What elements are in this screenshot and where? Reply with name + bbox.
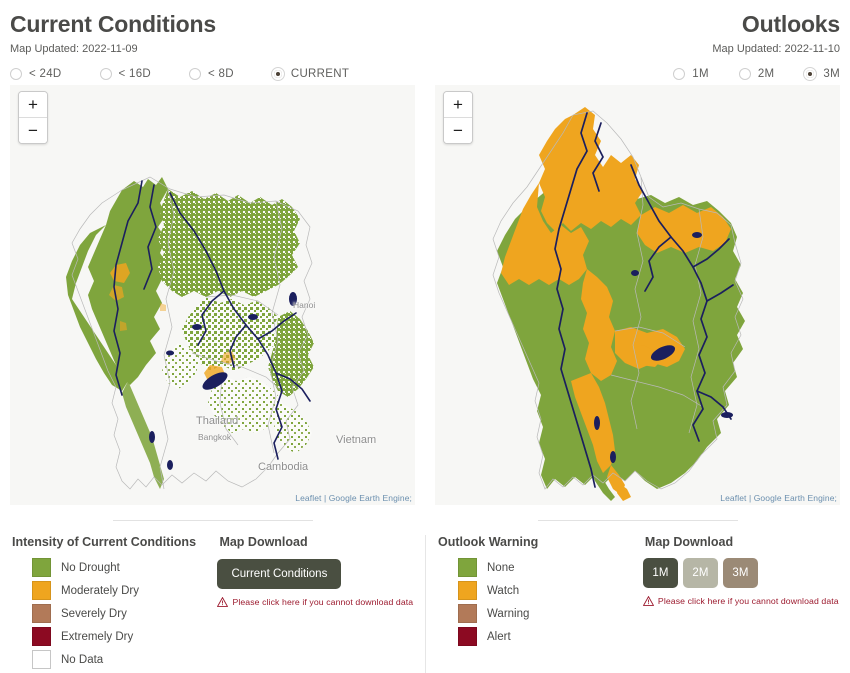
radio-option-1m[interactable]: 1M	[673, 68, 709, 80]
legend-item-none: None	[458, 558, 643, 577]
radio-dot-24d[interactable]	[10, 68, 22, 80]
drought-monitor-app: Current Conditions Map Updated: 2022-11-…	[0, 0, 850, 673]
warning-triangle-icon	[642, 596, 654, 606]
legend-label-moderately-dry: Moderately Dry	[61, 584, 139, 597]
legend-swatch-none	[458, 558, 477, 577]
zoom-out-icon[interactable]: −	[444, 118, 472, 143]
radio-option-current[interactable]: CURRENT	[270, 67, 350, 81]
radio-option-8d[interactable]: < 8D	[189, 68, 234, 80]
zoom-in-icon[interactable]: +	[19, 92, 47, 118]
legend-swatch-extremely-dry	[32, 627, 51, 646]
legend-swatch-alert	[458, 627, 477, 646]
outlook-warning-legend: Outlook Warning None Watch Warning Alert	[436, 535, 643, 673]
zoom-out-icon[interactable]: −	[19, 118, 47, 143]
legend-swatch-no-drought	[32, 558, 51, 577]
right-panel-header: Outlooks Map Updated: 2022-11-10 1M 2M 3…	[435, 0, 840, 85]
legend-swatch-watch	[458, 581, 477, 600]
radio-label-2m: 2M	[757, 68, 775, 80]
map-zoom-control-left[interactable]: + −	[18, 91, 48, 144]
right-section-divider	[537, 519, 738, 521]
radio-label-1m: 1M	[692, 68, 709, 80]
radio-option-24d[interactable]: < 24D	[10, 68, 62, 80]
legend-label-severely-dry: Severely Dry	[61, 607, 127, 620]
left-timeframe-radio-group: < 24D < 16D < 8D CURRENT	[10, 67, 415, 81]
left-page-title: Current Conditions	[10, 11, 216, 37]
legend-swatch-warning	[458, 604, 477, 623]
radio-dot-3m[interactable]	[803, 67, 818, 81]
warning-triangle-icon	[217, 597, 229, 607]
legend-item-alert: Alert	[458, 627, 643, 646]
intensity-legend-title: Intensity of Current Conditions	[12, 535, 197, 549]
intensity-legend: Intensity of Current Conditions No Droug…	[10, 535, 217, 673]
outlooks-map[interactable]: + − Leaflet | Google Earth Engine;	[435, 85, 840, 505]
left-download-warning[interactable]: Please click here if you cannot download…	[217, 597, 415, 607]
legend-item-no-drought: No Drought	[32, 558, 217, 577]
radio-label-3m: 3M	[823, 68, 840, 80]
outlook-download-button-group: 1M 2M 3M	[642, 558, 840, 588]
right-download-section: Map Download 1M 2M 3M Please click here …	[642, 535, 840, 673]
left-legend-panel: Intensity of Current Conditions No Droug…	[0, 535, 425, 673]
legends-row: Intensity of Current Conditions No Droug…	[0, 535, 850, 673]
right-panel: Outlooks Map Updated: 2022-11-10 1M 2M 3…	[425, 0, 850, 505]
left-divider-wrap	[0, 505, 425, 535]
download-3m-button[interactable]: 3M	[722, 558, 758, 588]
radio-option-2m[interactable]: 2M	[738, 68, 775, 80]
radio-label-current: CURRENT	[290, 68, 350, 80]
left-download-title: Map Download	[219, 535, 308, 549]
legend-swatch-no-data	[32, 650, 51, 669]
radio-dot-2m[interactable]	[738, 68, 751, 80]
radio-label-8d: < 8D	[208, 68, 234, 80]
radio-label-16d: < 16D	[118, 68, 152, 80]
legend-label-none: None	[487, 561, 515, 574]
legend-item-moderately-dry: Moderately Dry	[32, 581, 217, 600]
legend-item-severely-dry: Severely Dry	[32, 604, 217, 623]
outlooks-map-canvas	[435, 85, 840, 505]
divider-row	[0, 505, 850, 535]
download-current-conditions-button[interactable]: Current Conditions	[217, 559, 342, 589]
radio-option-16d[interactable]: < 16D	[99, 68, 152, 80]
map-attribution-right[interactable]: Leaflet | Google Earth Engine;	[720, 493, 837, 503]
left-download-warning-text: Please click here if you cannot download…	[232, 597, 414, 607]
legend-label-alert: Alert	[487, 630, 511, 643]
legend-label-extremely-dry: Extremely Dry	[61, 630, 134, 643]
radio-dot-16d[interactable]	[99, 68, 112, 80]
zoom-in-icon[interactable]: +	[444, 92, 472, 118]
outlook-legend-title: Outlook Warning	[438, 535, 539, 549]
right-download-warning-text: Please click here if you cannot download…	[657, 596, 839, 606]
radio-dot-1m[interactable]	[673, 68, 686, 80]
radio-dot-current[interactable]	[270, 67, 285, 81]
map-attribution-left[interactable]: Leaflet | Google Earth Engine;	[295, 493, 412, 503]
legend-label-no-data: No Data	[61, 653, 104, 666]
left-download-section: Map Download Current Conditions Please c…	[217, 535, 415, 673]
right-outlook-radio-group: 1M 2M 3M	[435, 67, 840, 81]
legend-item-warning: Warning	[458, 604, 643, 623]
left-panel-header: Current Conditions Map Updated: 2022-11-…	[10, 0, 415, 85]
legend-label-watch: Watch	[487, 584, 520, 597]
legend-label-no-drought: No Drought	[61, 561, 120, 574]
radio-label-24d: < 24D	[29, 68, 62, 80]
right-legend-panel: Outlook Warning None Watch Warning Alert	[425, 535, 850, 673]
right-download-title: Map Download	[644, 535, 734, 549]
current-conditions-map-canvas	[10, 85, 415, 505]
right-map-updated: Map Updated: 2022-11-10	[712, 43, 840, 55]
legend-swatch-severely-dry	[32, 604, 51, 623]
right-page-title: Outlooks	[741, 11, 840, 37]
current-conditions-map[interactable]: + − Thailand Bangkok Cambodia Vietnam Ha…	[10, 85, 415, 505]
map-zoom-control-right[interactable]: + −	[443, 91, 473, 144]
download-1m-button[interactable]: 1M	[642, 558, 678, 588]
left-panel: Current Conditions Map Updated: 2022-11-…	[0, 0, 425, 505]
legend-swatch-moderately-dry	[32, 581, 51, 600]
legend-item-watch: Watch	[458, 581, 643, 600]
right-download-warning[interactable]: Please click here if you cannot download…	[642, 596, 840, 606]
right-divider-wrap	[425, 505, 850, 535]
panels-row: Current Conditions Map Updated: 2022-11-…	[0, 0, 850, 505]
left-section-divider	[112, 519, 313, 521]
legend-item-no-data: No Data	[32, 650, 217, 669]
legend-item-extremely-dry: Extremely Dry	[32, 627, 217, 646]
download-2m-button[interactable]: 2M	[682, 558, 718, 588]
radio-option-3m[interactable]: 3M	[803, 67, 840, 81]
left-map-updated: Map Updated: 2022-11-09	[10, 43, 138, 55]
legend-label-warning: Warning	[487, 607, 530, 620]
radio-dot-8d[interactable]	[189, 68, 202, 80]
